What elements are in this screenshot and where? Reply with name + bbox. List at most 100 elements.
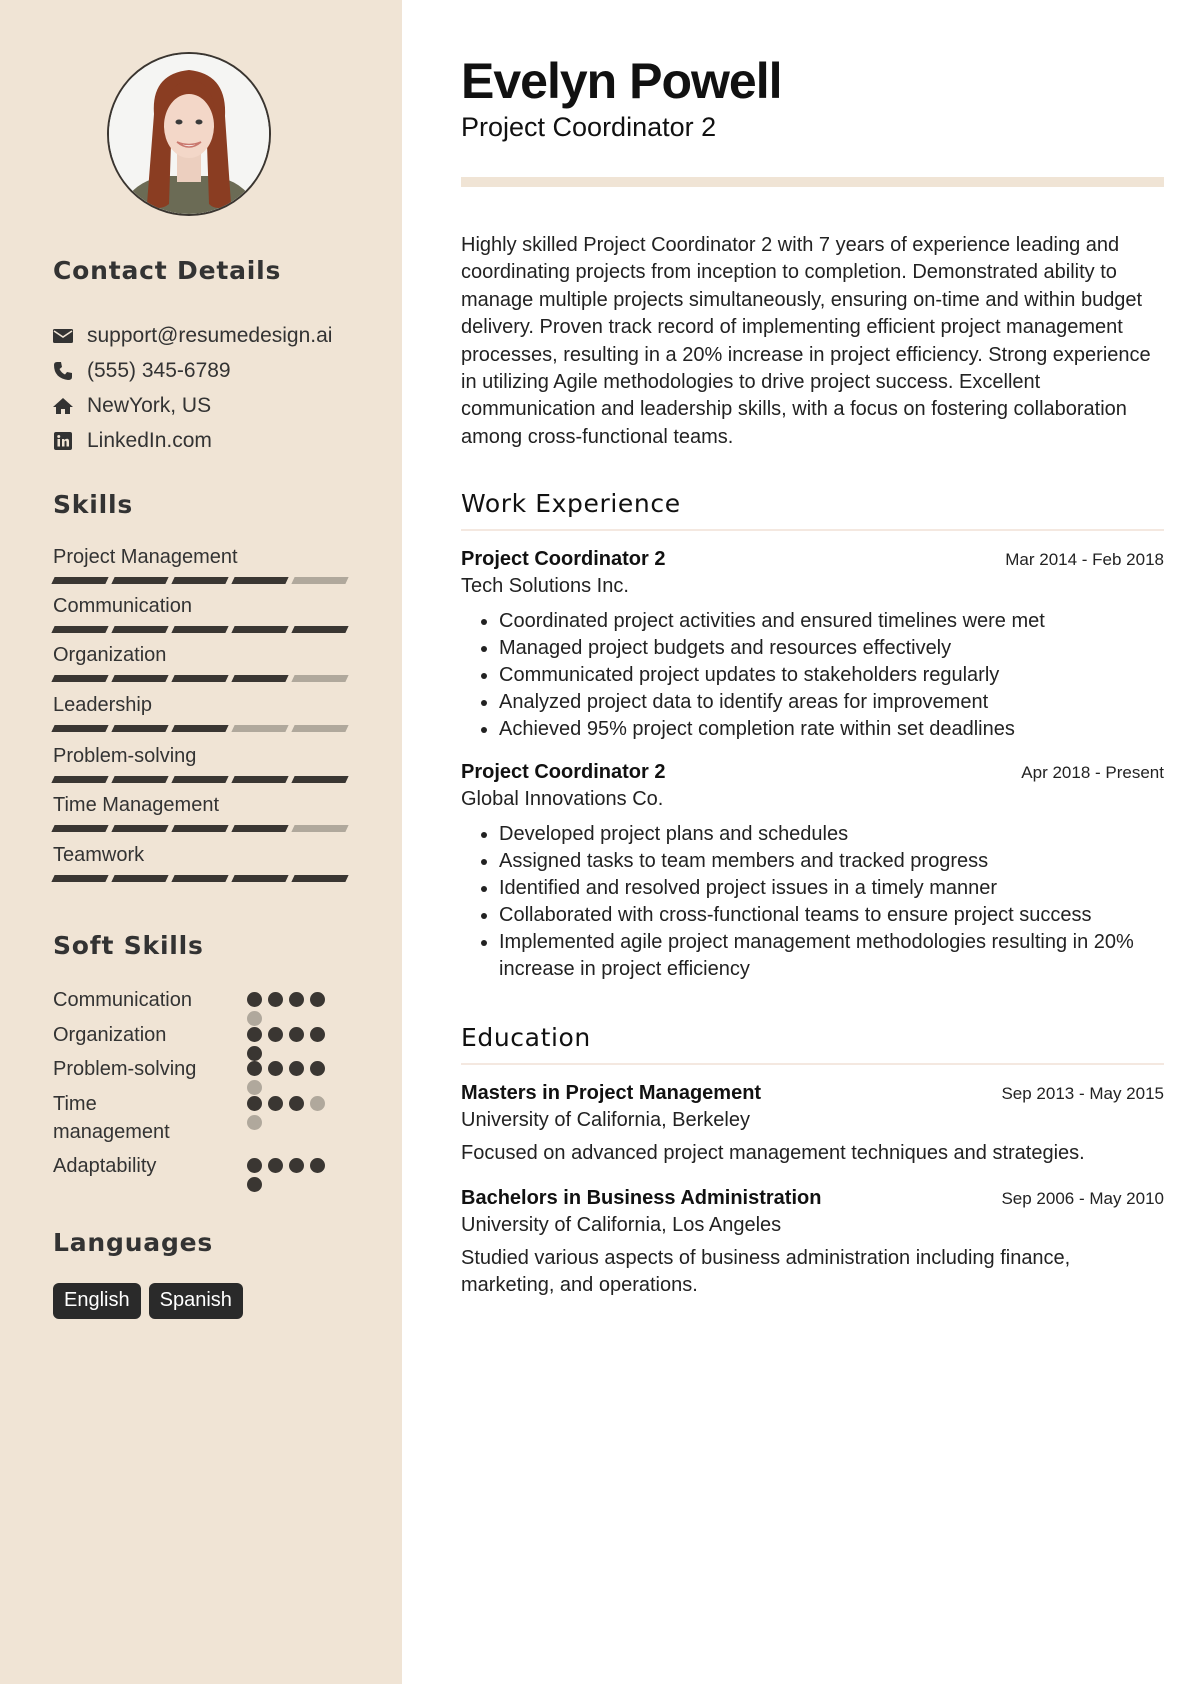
rating-dot-filled <box>247 992 262 1007</box>
envelope-icon <box>53 326 73 346</box>
level-segment-filled <box>171 825 229 832</box>
skill-item: Project Management <box>51 545 353 584</box>
rating-dot-empty <box>247 1115 262 1130</box>
level-segment-filled <box>171 875 229 882</box>
skill-item: Time Management <box>51 793 353 832</box>
contact-phone[interactable]: (555) 345-6789 <box>53 357 231 385</box>
rating-dot-filled <box>247 1027 262 1042</box>
level-segment-empty <box>291 725 349 732</box>
soft-skill-name: Adaptability <box>53 1155 157 1177</box>
level-segment-empty <box>291 577 349 584</box>
skill-name: Leadership <box>53 694 152 716</box>
job-dates: Apr 2018 - Present <box>1021 763 1164 782</box>
job-bullets: Coordinated project activities and ensur… <box>461 608 1164 743</box>
job-bullet: Coordinated project activities and ensur… <box>499 608 1164 635</box>
job-entry: Project Coordinator 2 Apr 2018 - Present… <box>461 761 1164 983</box>
job-bullet: Achieved 95% project completion rate wit… <box>499 716 1164 743</box>
job-bullet: Assigned tasks to team members and track… <box>499 848 1164 875</box>
contact-email[interactable]: support@resumedesign.ai <box>53 322 332 350</box>
level-segment-filled <box>111 577 169 584</box>
soft-skill-name: Organization <box>53 1024 167 1046</box>
job-bullets: Developed project plans and schedules As… <box>461 821 1164 983</box>
rating-dot-filled <box>247 1046 262 1061</box>
school: University of California, Berkeley <box>461 1109 750 1131</box>
skill-level-bar <box>51 875 353 882</box>
rating-dot-empty <box>247 1011 262 1026</box>
level-segment-filled <box>231 675 289 682</box>
level-segment-filled <box>171 675 229 682</box>
job-dates: Mar 2014 - Feb 2018 <box>1005 550 1164 569</box>
level-segment-filled <box>171 776 229 783</box>
skill-level-bar <box>51 675 353 682</box>
soft-skills-heading: Soft Skills <box>53 931 204 960</box>
skill-level-bar <box>51 577 353 584</box>
level-segment-filled <box>51 725 109 732</box>
home-icon <box>53 396 73 416</box>
job-bullet: Developed project plans and schedules <box>499 821 1164 848</box>
rating-dot-empty <box>310 1096 325 1111</box>
soft-skill-rating <box>247 1158 337 1192</box>
level-segment-filled <box>231 776 289 783</box>
level-segment-filled <box>231 626 289 633</box>
soft-skill-rating <box>247 1061 337 1095</box>
skill-item: Communication <box>51 594 353 633</box>
languages-list: English Spanish <box>53 1283 243 1319</box>
contact-location-text: NewYork, US <box>87 394 212 417</box>
soft-skill-rating <box>247 1027 337 1061</box>
job-bullet: Identified and resolved project issues i… <box>499 875 1164 902</box>
rating-dot-filled <box>247 1177 262 1192</box>
rating-dot-filled <box>310 992 325 1007</box>
languages-heading: Languages <box>53 1228 214 1257</box>
job-company: Global Innovations Co. <box>461 788 664 810</box>
education-entry: Masters in Project Management Sep 2013 -… <box>461 1082 1164 1167</box>
section-divider <box>461 1063 1164 1065</box>
section-divider <box>461 529 1164 531</box>
level-segment-filled <box>111 776 169 783</box>
level-segment-filled <box>291 626 349 633</box>
linkedin-icon <box>53 431 73 451</box>
soft-skill-name: Problem-solving <box>53 1058 197 1080</box>
level-segment-filled <box>51 825 109 832</box>
rating-dot-filled <box>268 1027 283 1042</box>
contact-email-text: support@resumedesign.ai <box>87 324 333 347</box>
rating-dot-filled <box>310 1027 325 1042</box>
work-experience-heading: Work Experience <box>461 489 681 518</box>
skill-name: Organization <box>53 644 167 666</box>
level-segment-filled <box>171 577 229 584</box>
level-segment-filled <box>51 577 109 584</box>
language-badge: Spanish <box>148 1283 243 1319</box>
rating-dot-filled <box>268 1158 283 1173</box>
level-segment-empty <box>291 675 349 682</box>
rating-dot-filled <box>310 1158 325 1173</box>
rating-dot-filled <box>247 1061 262 1076</box>
job-bullet: Implemented agile project management met… <box>499 929 1164 983</box>
skill-name: Time Management <box>53 794 219 816</box>
skill-level-bar <box>51 626 353 633</box>
job-bullet: Collaborated with cross-functional teams… <box>499 902 1164 929</box>
level-segment-filled <box>111 825 169 832</box>
contact-phone-text: (555) 345-6789 <box>87 359 231 382</box>
level-segment-filled <box>51 675 109 682</box>
skill-name: Teamwork <box>53 844 145 866</box>
level-segment-filled <box>171 725 229 732</box>
rating-dot-filled <box>289 1158 304 1173</box>
education-description: Focused on advanced project management t… <box>461 1142 1085 1164</box>
job-bullet: Managed project budgets and resources ef… <box>499 635 1164 662</box>
rating-dot-filled <box>289 992 304 1007</box>
rating-dot-filled <box>289 1096 304 1111</box>
level-segment-filled <box>291 776 349 783</box>
soft-skill-rating <box>247 992 337 1026</box>
level-segment-filled <box>111 875 169 882</box>
job-entry: Project Coordinator 2 Mar 2014 - Feb 201… <box>461 548 1164 743</box>
level-segment-empty <box>231 725 289 732</box>
rating-dot-filled <box>289 1027 304 1042</box>
education-dates: Sep 2013 - May 2015 <box>1001 1084 1164 1103</box>
skill-level-bar <box>51 825 353 832</box>
rating-dot-filled <box>310 1061 325 1076</box>
rating-dot-empty <box>247 1080 262 1095</box>
skills-heading: Skills <box>53 490 134 519</box>
rating-dot-filled <box>247 1096 262 1111</box>
education-entry: Bachelors in Business Administration Sep… <box>461 1187 1164 1299</box>
skill-level-bar <box>51 725 353 732</box>
contact-linkedin[interactable]: LinkedIn.com <box>53 427 212 455</box>
